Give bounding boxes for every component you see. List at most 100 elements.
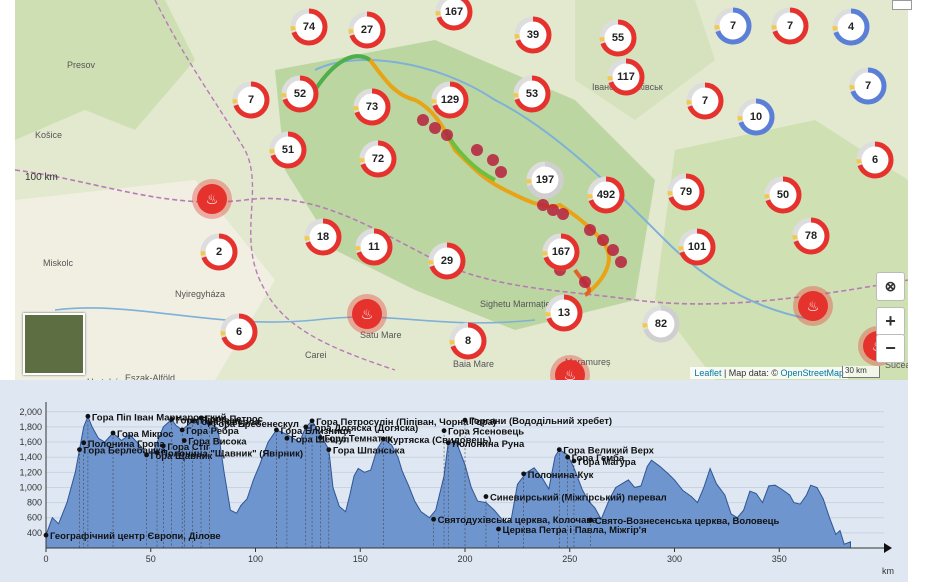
poi-label: Свято-Вознесенська церква, Воловець — [595, 516, 780, 527]
marker-cluster[interactable]: 7 — [686, 82, 724, 120]
map-scale-label: 100 km — [25, 172, 58, 183]
poi-label: Гора Магура — [578, 457, 637, 468]
locate-button[interactable]: ⊗ — [876, 272, 905, 301]
poi-point — [571, 458, 577, 464]
marker-cluster[interactable]: 6 — [856, 141, 894, 179]
fullscreen-button[interactable] — [892, 0, 912, 10]
marker-cluster[interactable]: 51 — [269, 131, 307, 169]
fire-marker-icon[interactable]: ♨ — [352, 299, 382, 329]
marker-cluster[interactable]: 197 — [526, 161, 564, 199]
poi-point — [77, 447, 82, 453]
marker-cluster[interactable]: 53 — [513, 75, 551, 113]
leaflet-link[interactable]: Leaflet — [694, 368, 721, 378]
marker-cluster[interactable]: 117 — [607, 58, 645, 96]
cluster-count: 53 — [525, 88, 539, 100]
osm-link[interactable]: OpenStreetMap — [780, 368, 844, 378]
marker-cluster[interactable]: 7 — [771, 7, 809, 45]
marker-cluster[interactable]: 39 — [514, 16, 552, 54]
cluster-count: 167 — [551, 246, 571, 258]
marker-cluster[interactable]: 492 — [587, 176, 625, 214]
cluster-count: 39 — [526, 29, 540, 41]
marker-cluster[interactable]: 6 — [220, 313, 258, 351]
poi-point — [445, 440, 451, 446]
plus-icon: + — [885, 311, 896, 331]
y-tick-label: 800 — [27, 498, 42, 508]
marker-cluster[interactable]: 50 — [764, 176, 802, 214]
marker-cluster[interactable]: 74 — [290, 8, 328, 46]
poi-point — [179, 427, 185, 433]
poi-label: Синевирський (Міжгірський) перевал — [490, 493, 667, 504]
cluster-count: 7 — [247, 94, 255, 106]
poi-point — [169, 416, 175, 422]
marker-cluster[interactable]: 11 — [355, 228, 393, 266]
cluster-count: 4 — [847, 21, 855, 33]
zoom-in-button[interactable]: + — [876, 307, 905, 336]
cluster-count: 7 — [864, 80, 872, 92]
map-attribution: Leaflet | Map data: © OpenStreetMap — [690, 367, 848, 379]
poi-point — [326, 447, 332, 453]
cluster-count: 6 — [235, 326, 243, 338]
marker-cluster[interactable]: 79 — [667, 173, 705, 211]
poi-point — [274, 427, 279, 433]
fire-marker-icon[interactable]: ♨ — [197, 184, 227, 214]
cluster-count: 74 — [302, 21, 316, 33]
marker-cluster[interactable]: 4 — [832, 8, 870, 46]
place-label: Nyiregyháza — [175, 289, 226, 299]
cluster-count: 117 — [617, 71, 635, 83]
marker-cluster[interactable]: 167 — [435, 0, 473, 31]
marker-cluster[interactable]: 7 — [714, 7, 752, 45]
poi-point — [496, 526, 501, 532]
marker-cluster[interactable]: 2 — [200, 233, 238, 271]
poi-point — [380, 436, 386, 442]
poi-point — [462, 417, 468, 423]
zoom-out-button[interactable]: − — [876, 334, 905, 363]
cluster-count: 8 — [464, 335, 472, 347]
layer-switcher-thumbnail[interactable] — [23, 313, 85, 375]
attribution-text: | Map data: © — [721, 368, 781, 378]
marker-cluster[interactable]: 82 — [642, 305, 680, 343]
cluster-count: 197 — [535, 174, 555, 186]
x-tick-label: 100 — [248, 554, 263, 564]
marker-cluster[interactable]: 13 — [545, 294, 583, 332]
y-tick-label: 400 — [27, 528, 42, 538]
x-tick-label: 300 — [667, 554, 682, 564]
marker-cluster[interactable]: 52 — [281, 75, 319, 113]
marker-cluster[interactable]: 7 — [232, 81, 270, 119]
cluster-count: 11 — [368, 241, 380, 253]
marker-cluster[interactable]: 101 — [678, 228, 716, 266]
marker-cluster[interactable]: 73 — [353, 88, 391, 126]
map-view[interactable]: Presov Košice Miskolc Nyiregyháza Satu Mare S… — [15, 0, 908, 380]
cluster-count: 2 — [215, 246, 223, 258]
marker-cluster[interactable]: 72 — [359, 140, 397, 178]
y-tick-label: 600 — [27, 513, 42, 523]
marker-cluster[interactable]: 18 — [304, 218, 342, 256]
poi-point — [565, 454, 571, 460]
marker-cluster[interactable]: 27 — [348, 11, 386, 49]
poi-point — [309, 418, 315, 424]
y-tick-label: 1,800 — [19, 422, 42, 432]
marker-cluster[interactable]: 78 — [792, 217, 830, 255]
marker-cluster[interactable]: 8 — [449, 322, 487, 360]
place-label: Carei — [305, 350, 327, 360]
poi-label: Географічний центр Європи, Ділове — [50, 531, 221, 542]
place-label: Eszak-Alföld — [125, 373, 176, 380]
marker-cluster[interactable]: 10 — [737, 98, 775, 136]
poi-point — [431, 516, 436, 522]
cluster-count: 51 — [281, 144, 295, 156]
marker-cluster[interactable]: 7 — [849, 67, 887, 105]
marker-cluster[interactable]: 167 — [542, 233, 580, 271]
fire-marker-icon[interactable]: ♨ — [798, 291, 828, 321]
cluster-count: 10 — [749, 111, 763, 123]
place-label: Satu Mare — [360, 330, 402, 340]
y-tick-label: 1,200 — [19, 467, 42, 477]
minus-icon: − — [885, 338, 896, 358]
cluster-count: 101 — [687, 241, 707, 253]
y-tick-label: 1,400 — [19, 452, 42, 462]
marker-cluster[interactable]: 129 — [431, 81, 469, 119]
poi-point — [110, 430, 116, 436]
scale-bar: 30 km — [842, 366, 880, 378]
cluster-count: 52 — [293, 88, 307, 100]
marker-cluster[interactable]: 29 — [428, 242, 466, 280]
marker-cluster[interactable]: 55 — [599, 19, 637, 57]
place-label: Sighetu Marmației — [480, 299, 553, 309]
